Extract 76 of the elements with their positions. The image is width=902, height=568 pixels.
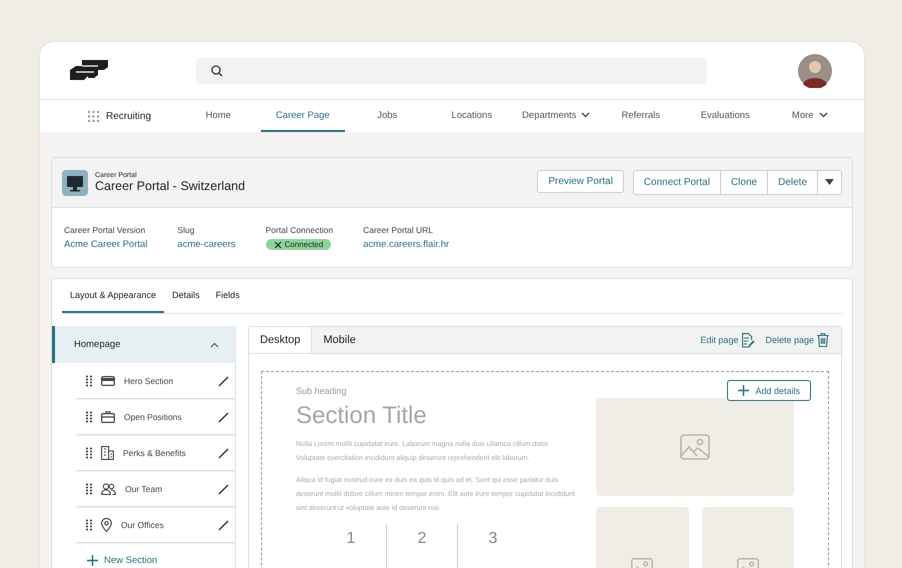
drag-handle-icon <box>86 483 92 495</box>
document-pencil-icon <box>741 332 756 348</box>
section-label: Our Offices <box>121 520 165 530</box>
section-label: Perks & Benefits <box>123 448 187 458</box>
section-item[interactable]: Our Team <box>76 472 235 507</box>
status-badge: Connected <box>266 239 332 250</box>
action-button[interactable]: Connect Portal <box>634 171 721 194</box>
action-button[interactable]: Preview Portal <box>537 170 624 193</box>
device-tab[interactable]: Desktop <box>249 327 312 353</box>
section-item[interactable]: Open Positions <box>76 400 235 435</box>
drag-handle-icon <box>86 375 92 387</box>
monitor-icon <box>62 170 88 196</box>
nav-tab[interactable]: Evaluations <box>683 100 768 132</box>
nav-tab[interactable]: Jobs <box>345 100 430 132</box>
tab[interactable]: Details <box>164 279 208 313</box>
trash-icon <box>817 333 829 347</box>
more-actions-button[interactable] <box>818 171 841 194</box>
section-title: Section Title <box>296 402 428 430</box>
caret-icon <box>825 179 834 185</box>
briefcase-icon <box>101 411 115 423</box>
field-link[interactable]: acme-careers <box>177 239 236 250</box>
section-label: Open Positions <box>124 412 183 422</box>
record-title: Career Portal - Switzerland <box>95 179 246 193</box>
search-icon <box>211 64 223 76</box>
section-item[interactable]: Our Offices <box>76 508 235 543</box>
building-icon <box>101 446 114 460</box>
action-button[interactable]: Clone <box>720 171 768 194</box>
drag-handle-icon <box>86 519 92 531</box>
section-item[interactable]: Hero Section <box>76 364 235 399</box>
pencil-icon[interactable] <box>218 520 229 530</box>
action-button[interactable]: Delete <box>768 171 818 194</box>
search-field[interactable] <box>196 58 707 84</box>
new-section-button[interactable]: New Section <box>52 543 235 566</box>
device-tab[interactable]: Mobile <box>312 327 367 353</box>
field-label: Career Portal URL <box>363 225 433 235</box>
edit-page-link[interactable]: Edit page <box>700 327 756 353</box>
app-launcher-icon[interactable] <box>88 110 99 122</box>
tab[interactable]: Fields <box>208 279 248 313</box>
stat-number: 1 <box>316 524 387 568</box>
delete-page-link[interactable]: Delete page <box>765 327 829 353</box>
location-pin-icon <box>101 518 112 532</box>
stat-number: 3 <box>488 529 498 549</box>
sub-heading: Sub heading <box>296 386 348 396</box>
nav-tab[interactable]: Departments <box>514 100 598 132</box>
stat-number: 2 <box>387 524 458 568</box>
drag-handle-icon <box>86 447 92 459</box>
nav-tab[interactable]: Referrals <box>598 100 683 132</box>
field-label: Slug <box>177 225 194 235</box>
field-link[interactable]: Acme Career Portal <box>64 239 148 250</box>
add-details-button[interactable]: Add details <box>727 380 811 401</box>
logo-icon <box>70 60 108 82</box>
field-label: Portal Connection <box>266 225 334 235</box>
section-label: Our Team <box>125 484 164 494</box>
plus-icon <box>87 555 98 566</box>
page-item[interactable]: Homepage <box>52 326 235 363</box>
app-name: Recruiting <box>106 110 152 122</box>
drag-handle-icon <box>86 411 92 423</box>
pencil-icon[interactable] <box>218 376 229 386</box>
tab[interactable]: Layout & Appearance <box>62 279 164 313</box>
people-icon <box>101 483 116 495</box>
nav-tab[interactable]: Home <box>176 100 260 132</box>
image-icon <box>680 434 710 460</box>
close-icon <box>274 240 282 248</box>
card-icon <box>101 376 115 386</box>
nav-tab[interactable]: More <box>768 100 852 132</box>
pencil-icon[interactable] <box>218 412 229 422</box>
pencil-icon[interactable] <box>218 484 229 494</box>
field-link[interactable]: acme.careers.flair.hr <box>363 239 450 250</box>
section-item[interactable]: Perks & Benefits <box>76 436 235 471</box>
nav-tab[interactable]: Locations <box>430 100 514 132</box>
field-label: Career Portal Version <box>64 225 146 235</box>
section-label: Hero Section <box>124 376 174 386</box>
pencil-icon[interactable] <box>218 448 229 458</box>
avatar[interactable] <box>798 54 832 88</box>
plus-icon <box>738 385 750 396</box>
chevron-up-icon <box>210 342 219 348</box>
